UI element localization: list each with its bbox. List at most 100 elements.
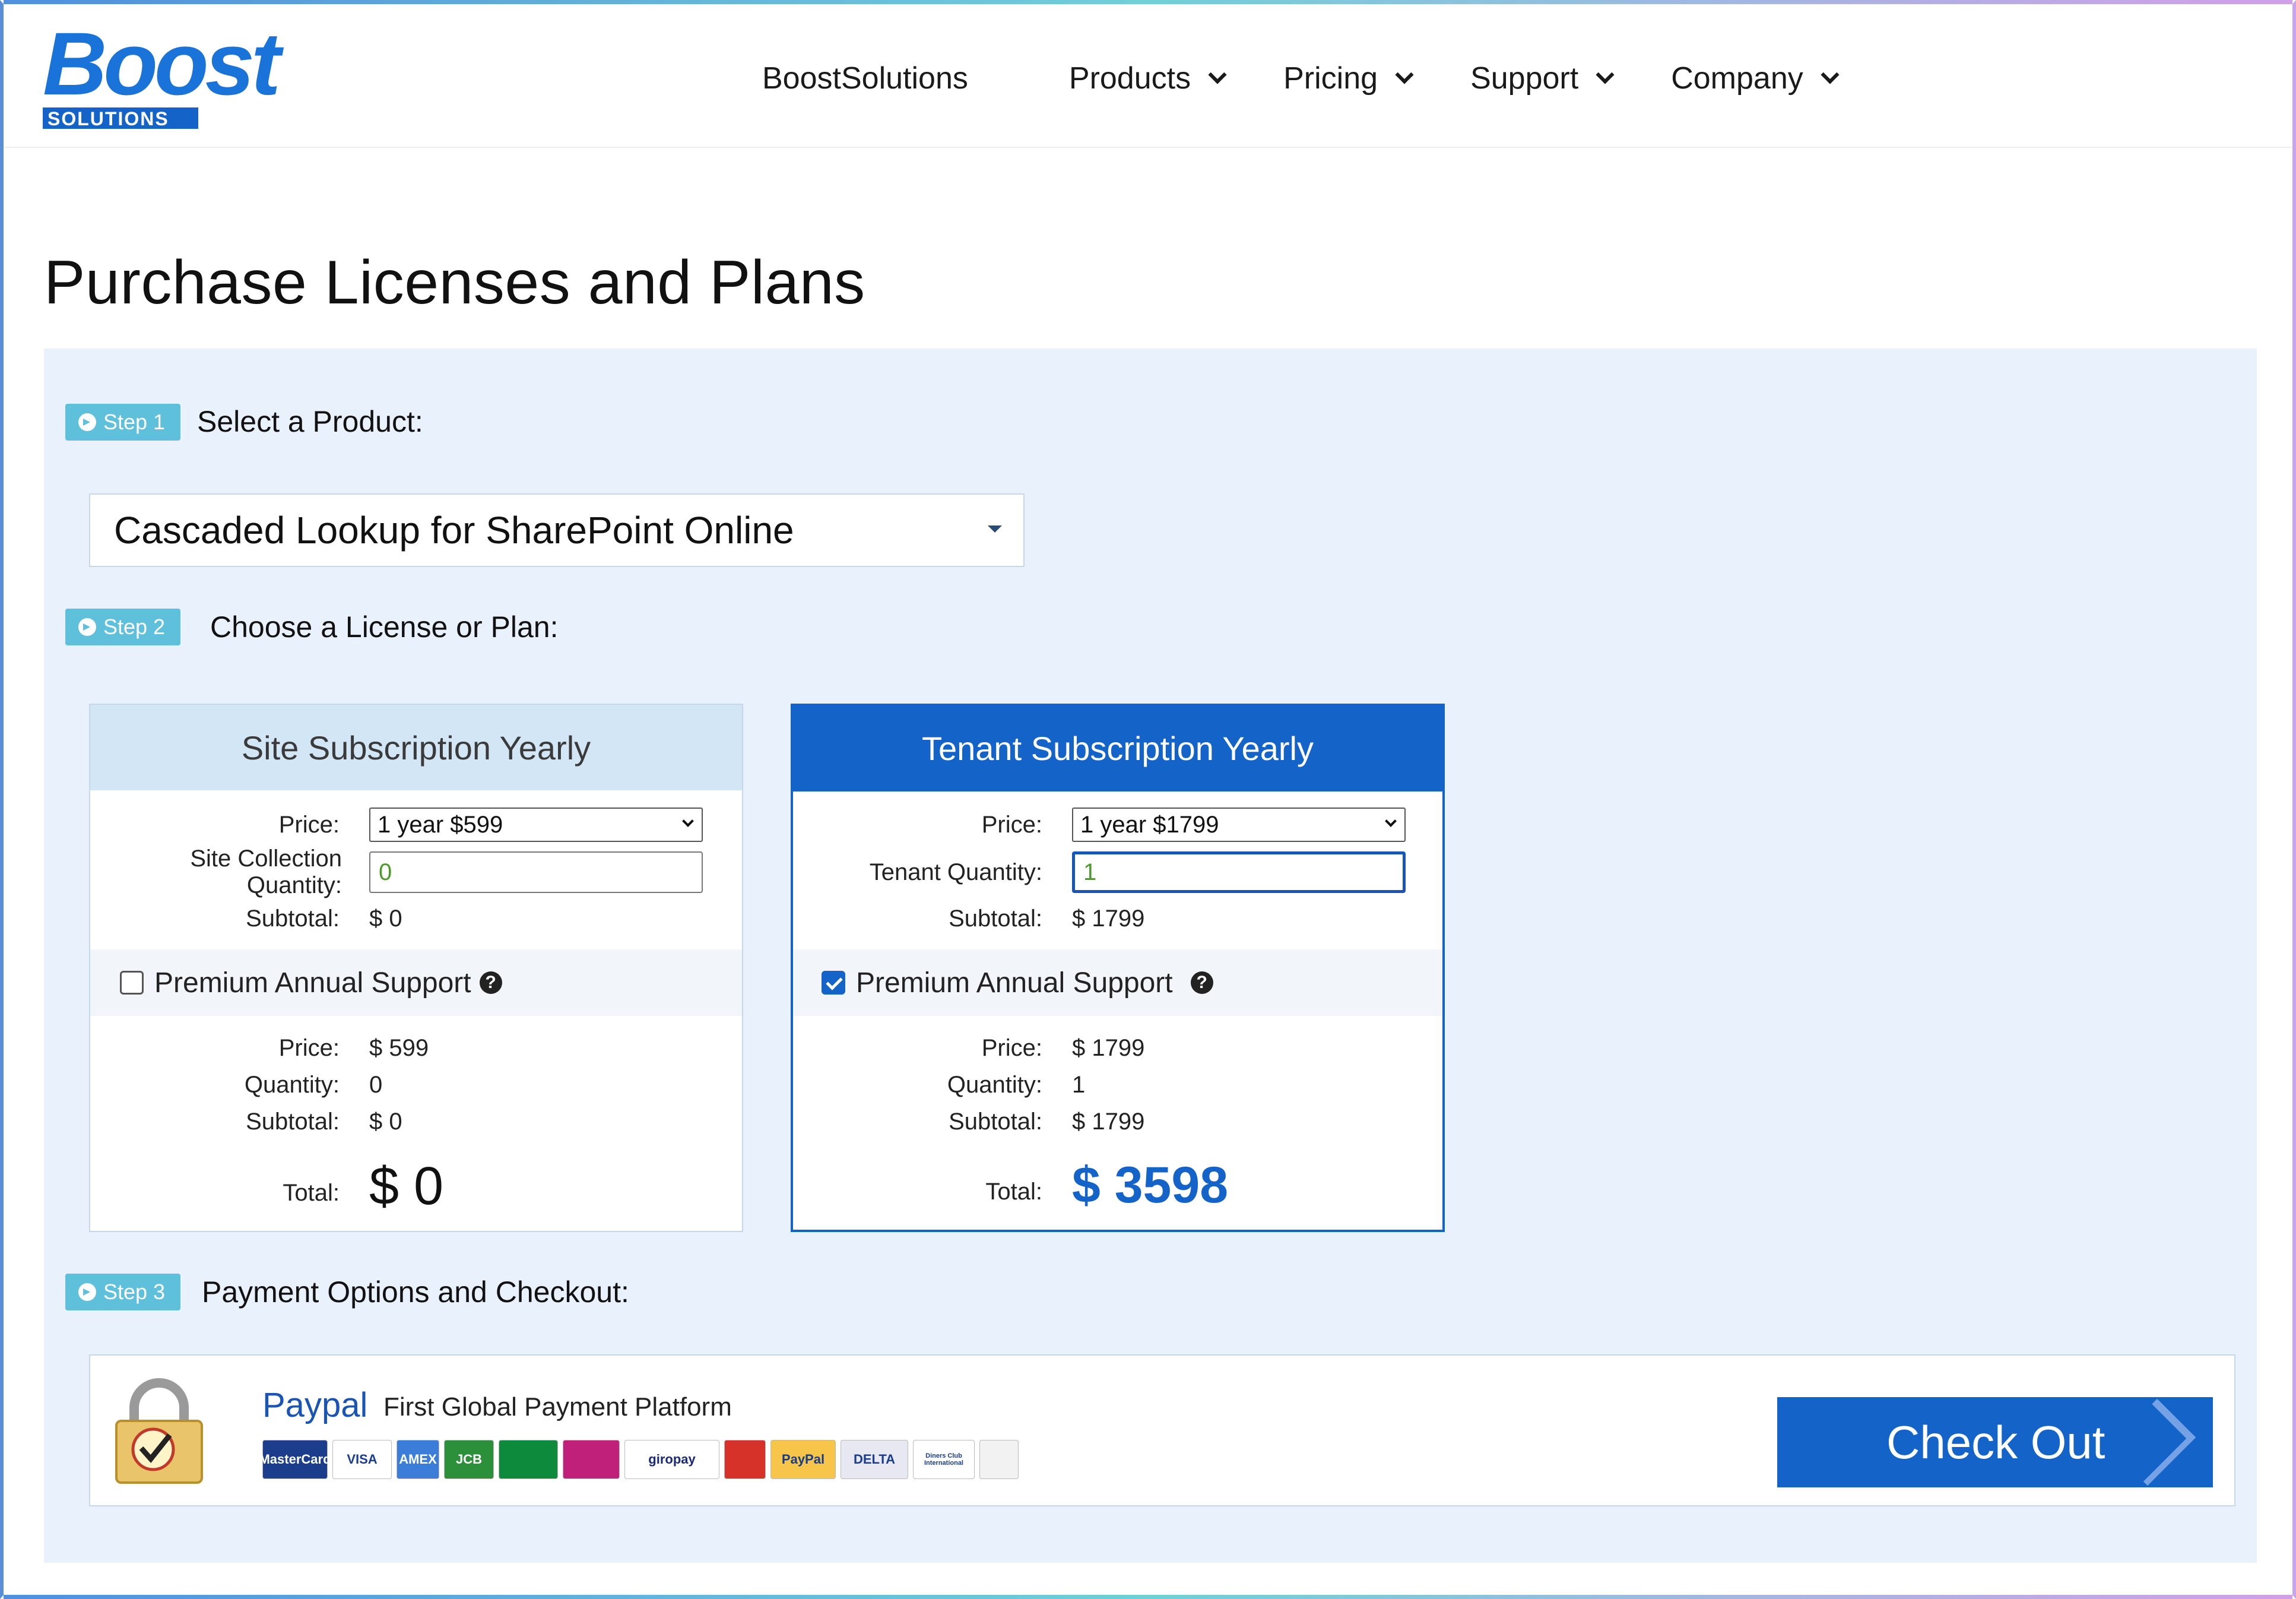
total-label: Total:	[283, 1180, 340, 1206]
svg-text:SOLUTIONS: SOLUTIONS	[47, 108, 169, 129]
nav-support[interactable]: Support	[1470, 61, 1615, 96]
premium-support-label[interactable]: Premium Annual Support	[856, 967, 1173, 999]
subtotal-label: Subtotal:	[949, 905, 1042, 932]
arrow-circle-right-icon	[78, 618, 96, 636]
payment-option-paypal[interactable]: Paypal First Global Payment Platform Mas…	[89, 1354, 2235, 1506]
subtotal-label: Subtotal:	[246, 905, 340, 932]
subtotal-value: $ 0	[369, 905, 402, 932]
plan-card-site[interactable]: Site Subscription Yearly Price: 1 year $…	[89, 704, 743, 1232]
nav-company[interactable]: Company	[1671, 61, 1840, 96]
card-logo-7	[724, 1440, 766, 1479]
chevron-down-icon	[1596, 65, 1615, 84]
quantity-row: Tenant Quantity: 1	[793, 851, 1442, 893]
support-price-label: Price:	[981, 1034, 1042, 1061]
product-select-value: Cascaded Lookup for SharePoint Online	[114, 509, 794, 552]
boost-solutions-logo[interactable]: Boost SOLUTIONS	[42, 18, 321, 131]
purchase-panel: Step 1 Select a Product: Cascaded Lookup…	[44, 349, 2257, 1563]
card-logo-label: JCB	[455, 1452, 482, 1467]
card-logo-1: VISA	[332, 1440, 392, 1479]
site-header: Boost SOLUTIONS BoostSolutions Products …	[4, 4, 2292, 148]
arrow-circle-right-icon	[78, 1283, 96, 1301]
site-collection-quantity-input[interactable]: 0	[369, 851, 703, 893]
main-nav: BoostSolutions Products Pricing Support …	[762, 52, 1896, 105]
premium-support-checkbox[interactable]	[822, 971, 845, 995]
nav-products[interactable]: Products	[1068, 61, 1227, 96]
card-logo-label: giropay	[648, 1452, 696, 1467]
subtotal-value: $ 1799	[1072, 905, 1145, 932]
total-value: $ 0	[369, 1157, 444, 1216]
card-logo-8: PayPal	[770, 1440, 836, 1479]
card-logo-label: VISA	[347, 1452, 378, 1467]
total-label: Total:	[985, 1179, 1042, 1205]
chevron-down-icon	[1385, 815, 1397, 827]
site-price-select[interactable]: 1 year $599	[369, 808, 703, 842]
support-quantity-label: Quantity:	[244, 1071, 340, 1098]
tenant-quantity-input[interactable]: 1	[1072, 851, 1406, 893]
quantity-label: Tenant Quantity:	[869, 859, 1042, 885]
price-label: Price:	[981, 811, 1042, 838]
svg-text:Boost: Boost	[43, 18, 284, 113]
card-logo-11	[979, 1440, 1019, 1479]
payment-provider-name: Paypal	[262, 1386, 368, 1424]
card-logo-label: DELTA	[853, 1452, 896, 1467]
card-logo-label: AMEX	[399, 1452, 437, 1467]
support-price-value: $ 1799	[1072, 1034, 1145, 1061]
step-1-badge: Step 1	[65, 404, 181, 441]
chevron-down-icon	[1208, 65, 1227, 84]
support-subtotal-row: Subtotal: $ 0	[90, 1104, 742, 1139]
plan-card-tenant[interactable]: Tenant Subscription Yearly Price: 1 year…	[791, 704, 1445, 1232]
question-circle-icon[interactable]: ?	[1190, 971, 1213, 994]
support-quantity-value: 0	[369, 1071, 383, 1098]
step-3-badge: Step 3	[65, 1274, 181, 1310]
card-logo-label: Diners Club International	[924, 1452, 963, 1467]
verisign-lock-icon	[115, 1378, 203, 1484]
subtotal-row: Subtotal: $ 0	[90, 901, 742, 936]
subtotal-row: Subtotal: $ 1799	[793, 901, 1442, 936]
premium-support-label[interactable]: Premium Annual Support	[154, 967, 471, 999]
premium-support-checkbox[interactable]	[120, 971, 144, 995]
nav-label: Support	[1470, 61, 1579, 96]
step-badge-label: Step 3	[103, 1280, 166, 1304]
card-logo-2: AMEX	[397, 1440, 439, 1479]
support-price-row: Price: $ 599	[90, 1030, 742, 1066]
support-price-label: Price:	[278, 1034, 340, 1061]
card-logo-10: Diners Club International	[913, 1440, 975, 1479]
nav-boostsolutions[interactable]: BoostSolutions	[762, 61, 968, 96]
checkout-button[interactable]: Check Out	[1777, 1397, 2213, 1487]
support-price-value: $ 599	[369, 1034, 429, 1061]
chevron-down-icon	[1821, 65, 1840, 84]
nav-label: BoostSolutions	[762, 61, 968, 96]
card-logo-5	[563, 1440, 620, 1479]
support-quantity-value: 1	[1072, 1071, 1086, 1098]
checkout-label: Check Out	[1886, 1416, 2105, 1468]
caret-down-icon	[988, 525, 1002, 533]
support-quantity-row: Quantity: 1	[793, 1067, 1442, 1103]
support-subtotal-row: Subtotal: $ 1799	[793, 1104, 1442, 1139]
product-select[interactable]: Cascaded Lookup for SharePoint Online	[89, 493, 1025, 567]
card-logo-6: giropay	[624, 1440, 719, 1479]
page-frame: Boost SOLUTIONS BoostSolutions Products …	[0, 0, 2296, 1599]
plan-card-title: Tenant Subscription Yearly	[792, 705, 1444, 791]
card-logo-4	[499, 1440, 558, 1479]
premium-support-band: Premium Annual Support ?	[793, 949, 1442, 1016]
nav-label: Company	[1671, 61, 1803, 96]
support-subtotal-label: Subtotal:	[246, 1108, 340, 1135]
question-circle-icon[interactable]: ?	[479, 971, 502, 994]
nav-label: Products	[1068, 61, 1191, 96]
price-row: Price: 1 year $1799	[793, 807, 1442, 843]
step-3-label: Payment Options and Checkout:	[202, 1275, 629, 1309]
quantity-row: Site Collection Quantity: 0	[90, 846, 742, 898]
price-select-value: 1 year $1799	[1080, 811, 1219, 838]
nav-label: Pricing	[1283, 61, 1378, 96]
total-value: $ 3598	[1072, 1157, 1229, 1214]
plan-card-title: Site Subscription Yearly	[90, 705, 742, 790]
payment-provider-tagline: First Global Payment Platform	[383, 1392, 732, 1421]
step-badge-label: Step 1	[103, 410, 166, 434]
chevron-down-icon	[682, 815, 694, 827]
tenant-price-select[interactable]: 1 year $1799	[1072, 808, 1406, 842]
total-row: Total: $ 0	[90, 1156, 742, 1217]
card-logo-3: JCB	[444, 1440, 494, 1479]
chevron-right-icon	[2108, 1398, 2196, 1486]
nav-pricing[interactable]: Pricing	[1283, 61, 1414, 96]
support-quantity-row: Quantity: 0	[90, 1067, 742, 1103]
